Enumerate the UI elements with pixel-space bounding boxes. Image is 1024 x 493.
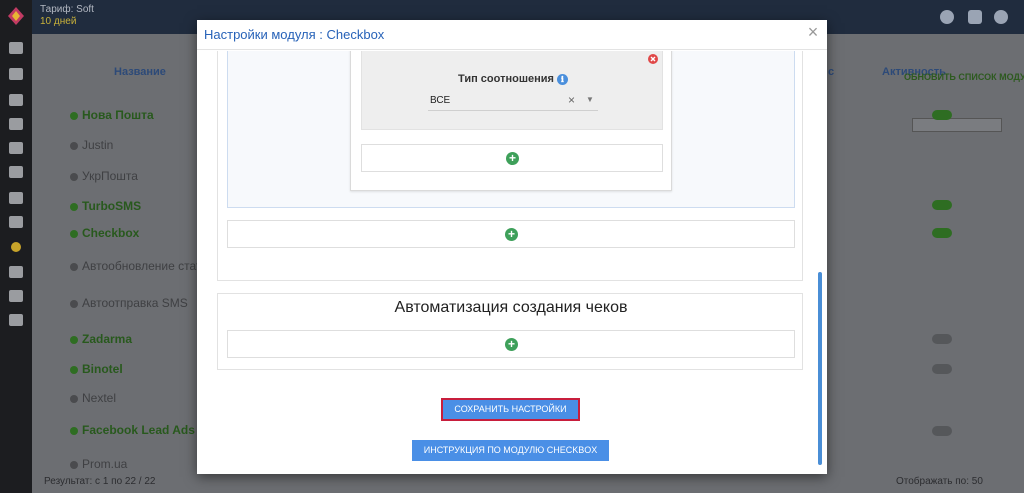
module-row[interactable]: Checkbox (70, 226, 139, 240)
status-dot (70, 299, 78, 308)
info-icon[interactable]: ℹ (556, 73, 568, 85)
camera-icon[interactable] (9, 314, 23, 326)
tariff-label: Тариф: Soft (40, 4, 94, 15)
status-dot (70, 262, 78, 271)
status-dot (70, 172, 78, 181)
automation-section: Автоматизация создания чеков + (217, 293, 803, 370)
relation-type-value: ВСЕ (430, 95, 451, 106)
list-icon[interactable] (9, 118, 23, 130)
module-name: Facebook Lead Ads (82, 423, 195, 437)
status-dot (70, 141, 78, 150)
info-icon[interactable] (9, 266, 23, 278)
module-guide-button[interactable]: ИНСТРУКЦИЯ ПО МОДУЛЮ CHECKBOX (412, 440, 609, 461)
module-name: Nextel (82, 391, 117, 405)
plus-icon[interactable]: + (506, 152, 519, 165)
modal-body: Тип соотношения ℹ ВСЕ × ▼ + + Автоматиза… (197, 51, 827, 474)
activity-toggle[interactable] (932, 228, 952, 238)
plus-icon[interactable]: + (505, 228, 518, 241)
add-rule-group-row: + (227, 220, 795, 248)
module-name: Binotel (82, 362, 123, 376)
tariff-info: Тариф: Soft 10 дней (40, 4, 94, 28)
sidebar (0, 0, 32, 493)
module-row[interactable]: Justin (70, 138, 113, 152)
remove-icon[interactable] (648, 54, 658, 64)
grid-icon[interactable] (9, 68, 23, 80)
module-name: УкрПошта (82, 169, 138, 183)
module-row[interactable]: Facebook Lead Ads (70, 423, 195, 437)
megaphone-icon[interactable] (9, 192, 23, 204)
module-row[interactable]: Zadarma (70, 332, 132, 346)
status-dot (70, 202, 78, 211)
condition-card: Тип соотношения ℹ ВСЕ × ▼ + (350, 51, 672, 191)
inbox-icon[interactable] (9, 142, 23, 154)
refresh-modules-button[interactable]: ОБНОВИТЬ СПИСОК МОДУЛЕЙ (904, 72, 1024, 88)
add-condition-row: + (361, 144, 663, 172)
relation-type-text: Тип соотношения (458, 73, 554, 85)
rule-group: Тип соотношения ℹ ВСЕ × ▼ + (227, 51, 795, 208)
module-row[interactable]: Prom.ua (70, 457, 127, 471)
module-name: Нова Пошта (82, 108, 154, 122)
activity-toggle[interactable] (932, 110, 952, 120)
status-dot (70, 394, 78, 403)
close-icon[interactable]: × (805, 23, 821, 41)
clear-selection-icon[interactable]: × (568, 93, 575, 107)
column-name-header[interactable]: Название (114, 66, 166, 78)
coin-icon[interactable] (11, 242, 21, 252)
status-dot (70, 426, 78, 435)
module-row[interactable]: УкрПошта (70, 169, 138, 183)
status-dot (70, 335, 78, 344)
module-row[interactable]: Nextel (70, 391, 116, 405)
status-dot (70, 111, 78, 120)
user-icon[interactable] (940, 10, 954, 24)
module-row[interactable]: Автоотправка SMS (70, 296, 188, 310)
module-name: Автоотправка SMS (82, 296, 188, 310)
rules-section: Тип соотношения ℹ ВСЕ × ▼ + + (217, 51, 803, 281)
module-settings-modal: Настройки модуля : Checkbox × Тип соотно… (197, 20, 827, 474)
eye-icon[interactable] (9, 290, 23, 302)
activity-toggle[interactable] (932, 426, 952, 436)
column-status-header[interactable]: с (828, 66, 834, 78)
module-name: Checkbox (82, 226, 140, 240)
activity-toggle[interactable] (932, 334, 952, 344)
gear-icon[interactable] (994, 10, 1008, 24)
save-settings-button[interactable]: СОХРАНИТЬ НАСТРОЙКИ (441, 398, 580, 421)
status-dot (70, 365, 78, 374)
bell-icon[interactable] (968, 10, 982, 24)
module-name: Justin (82, 138, 114, 152)
monitor-icon[interactable] (9, 42, 23, 54)
activity-toggle[interactable] (932, 200, 952, 210)
module-name: Prom.ua (82, 457, 128, 471)
relation-type-label: Тип соотношения ℹ (362, 73, 664, 85)
status-dot (70, 229, 78, 238)
truck-icon[interactable] (9, 166, 23, 178)
modal-header: Настройки модуля : Checkbox × (197, 20, 827, 50)
module-row[interactable]: TurboSMS (70, 199, 141, 213)
plus-icon[interactable]: + (505, 338, 518, 351)
add-automation-row: + (227, 330, 795, 358)
relation-type-select[interactable]: ВСЕ × ▼ (428, 93, 598, 111)
modal-title: Настройки модуля : Checkbox (204, 27, 385, 42)
status-dot (70, 460, 78, 469)
scrollbar-thumb[interactable] (818, 272, 822, 465)
logo-icon (8, 7, 24, 25)
activity-filter[interactable] (912, 118, 1002, 132)
module-row[interactable]: Binotel (70, 362, 123, 376)
module-name: Zadarma (82, 332, 133, 346)
result-count: Результат: с 1 по 22 / 22 (44, 476, 156, 487)
automation-title: Автоматизация создания чеков (394, 299, 628, 316)
module-row[interactable]: Нова Пошта (70, 108, 154, 122)
tariff-days: 10 дней (40, 16, 77, 27)
module-name: TurboSMS (82, 199, 142, 213)
condition-panel: Тип соотношения ℹ ВСЕ × ▼ (361, 51, 663, 130)
chart-icon[interactable] (9, 216, 23, 228)
calendar-icon[interactable] (9, 94, 23, 106)
chevron-down-icon[interactable]: ▼ (586, 95, 594, 104)
per-page-selector[interactable]: Отображать по: 50 (896, 476, 983, 487)
activity-toggle[interactable] (932, 364, 952, 374)
